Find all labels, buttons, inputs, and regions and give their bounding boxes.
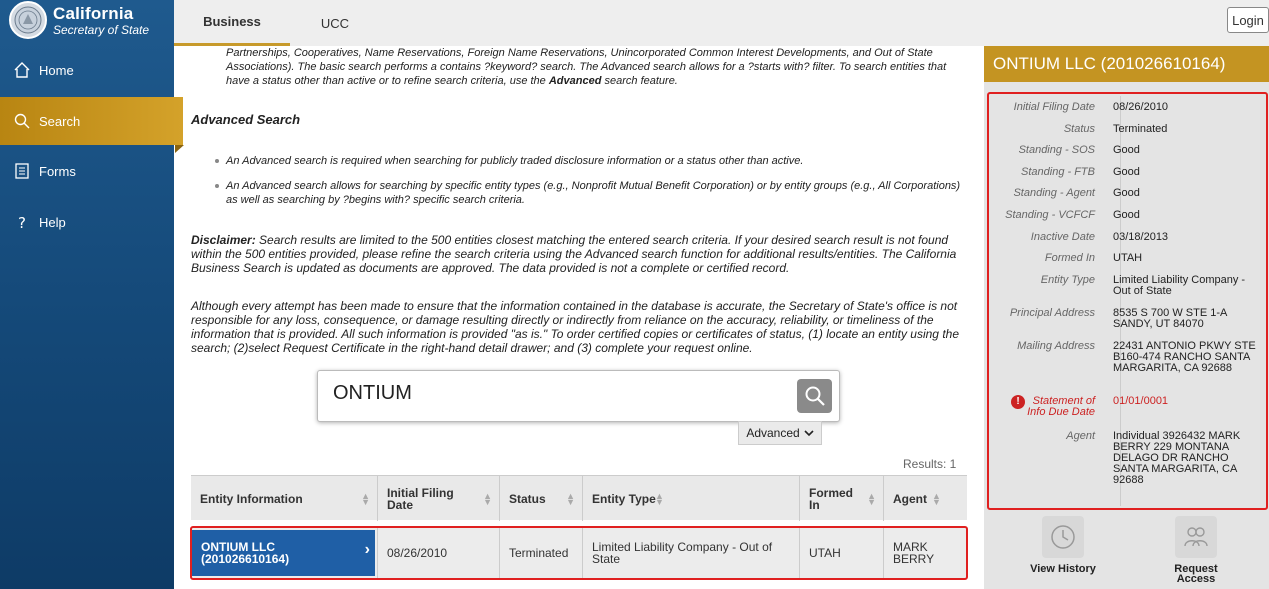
sort-icon: ▲ ▼	[867, 491, 876, 507]
value-statement-of-info-due-date: 01/01/0001	[1113, 395, 1169, 407]
top-tab-bar: Business UCC Login	[174, 0, 1269, 46]
advanced-search-heading: Advanced Search	[191, 112, 301, 127]
sort-icon: ▲ ▼	[483, 491, 492, 507]
value-inactive-date: 03/18/2013	[1113, 231, 1169, 243]
brand-title: California	[53, 4, 134, 23]
search-icon	[11, 110, 33, 132]
advanced-label: Advanced	[746, 426, 800, 440]
sort-icon: ▲ ▼	[361, 491, 370, 507]
value-standing-sos: Good	[1113, 144, 1140, 156]
value-entity-type: Limited Liability Company - Out of State	[1113, 274, 1246, 297]
sort-icon: ▲ ▼	[932, 491, 941, 507]
request-access-button[interactable]: Request Access	[1151, 516, 1241, 585]
value-principal-address: 8535 S 700 W STE 1-A SANDY, UT 84070	[1113, 307, 1227, 330]
search-button[interactable]	[797, 379, 832, 413]
nav-help[interactable]: ? Help	[0, 198, 174, 246]
col-agent[interactable]: Agent ▲ ▼	[883, 476, 967, 521]
disclaimer-label: Disclaimer:	[191, 233, 256, 247]
detail-panel: ONTIUM LLC (201026610164) Initial Filing…	[984, 46, 1269, 589]
disclaimer-body: Search results are limited to the 500 en…	[191, 233, 957, 275]
results-count: Results: 1	[903, 457, 957, 471]
label-standing-sos: Standing - SOS	[1018, 144, 1095, 156]
nav-forms[interactable]: Forms	[0, 147, 174, 195]
selected-row-highlight	[190, 526, 968, 580]
nav-search-label: Search	[39, 113, 81, 129]
intro-advanced-bold: Advanced	[548, 75, 602, 87]
value-standing-ftb: Good	[1113, 166, 1140, 178]
value-formed-in: UTAH	[1113, 252, 1143, 264]
liability-text: Although every attempt has been made to …	[191, 299, 959, 355]
value-agent: Individual 3926432 MARK BERRY 229 MONTAN…	[1113, 430, 1241, 486]
label-standing-vcfcf: Standing - VCFCF	[1005, 209, 1095, 221]
disclaimer-text: Disclaimer: Search results are limited t…	[191, 233, 961, 275]
tab-ucc[interactable]: UCC	[290, 0, 380, 46]
request-access-label: Request Access	[1174, 563, 1218, 585]
label-initial-filing-date: Initial Filing Date	[1013, 101, 1095, 113]
svg-text:?: ?	[18, 214, 26, 231]
label-status: Status	[1063, 123, 1095, 135]
value-standing-vcfcf: Good	[1113, 209, 1140, 221]
view-history-label: View History	[1030, 563, 1096, 575]
header-label: Entity Type	[592, 491, 656, 506]
sort-icon: ▲ ▼	[566, 491, 575, 507]
view-history-button[interactable]: View History	[1018, 516, 1108, 575]
nav-forms-label: Forms	[39, 163, 76, 179]
value-mailing-address: 22431 ANTONIO PKWY STE B160-474 RANCHO S…	[1113, 340, 1256, 374]
help-icon: ?	[11, 211, 33, 233]
header-label: Initial Filing Date	[387, 485, 454, 512]
login-button[interactable]: Login	[1227, 7, 1269, 33]
warning-icon: !	[1011, 395, 1025, 409]
intro-end: search feature.	[601, 75, 678, 87]
header-label: Status	[509, 491, 546, 506]
intro-text: Partnerships, Cooperatives, Name Reserva…	[226, 46, 966, 88]
label-inactive-date: Inactive Date	[1030, 231, 1095, 243]
label-entity-type: Entity Type	[1040, 274, 1095, 286]
sidebar: California Secretary of State Home Searc…	[0, 0, 184, 589]
header-label: Entity Information	[200, 491, 303, 506]
home-icon	[11, 59, 33, 81]
history-icon	[1042, 516, 1084, 558]
bullet-item: An Advanced search is required when sear…	[215, 154, 966, 168]
label-principal-address: Principal Address	[1009, 307, 1095, 319]
detail-title: ONTIUM LLC (201026610164)	[984, 46, 1269, 82]
col-initial-filing-date[interactable]: Initial Filing Date ▲ ▼	[377, 476, 499, 521]
value-initial-filing-date: 08/26/2010	[1113, 101, 1169, 113]
col-entity-information[interactable]: Entity Information ▲ ▼	[191, 476, 377, 521]
brand-subtitle: Secretary of State	[53, 23, 150, 37]
advanced-dropdown-button[interactable]: Advanced	[738, 421, 822, 445]
header-label: Formed In	[809, 485, 854, 512]
label-agent: Agent	[1066, 430, 1095, 442]
header-label: Agent	[893, 491, 927, 506]
nav-home-label: Home	[39, 62, 74, 78]
bullet-item: An Advanced search allows for searching …	[215, 179, 966, 207]
label-formed-in: Formed In	[1044, 252, 1095, 264]
statement-label-text: Statement of Info Due Date	[1027, 395, 1095, 418]
label-mailing-address: Mailing Address	[1017, 340, 1095, 352]
search-box[interactable]: ONTIUM	[317, 370, 840, 422]
col-status[interactable]: Status ▲ ▼	[499, 476, 582, 521]
value-status: Terminated	[1113, 123, 1168, 135]
label-standing-agent: Standing - Agent	[1013, 187, 1095, 199]
nav-help-label: Help	[39, 214, 66, 230]
nav-search[interactable]: Search	[0, 97, 184, 153]
forms-icon	[11, 160, 33, 182]
main-content: Partnerships, Cooperatives, Name Reserva…	[190, 46, 969, 589]
col-entity-type[interactable]: Entity Type ▲ ▼	[582, 476, 799, 521]
search-input[interactable]: ONTIUM	[333, 383, 412, 403]
label-standing-ftb: Standing - FTB	[1021, 166, 1095, 178]
chevron-down-icon	[804, 430, 814, 437]
state-seal-logo	[9, 1, 47, 39]
sort-icon: ▲ ▼	[655, 491, 664, 507]
brand[interactable]: California Secretary of State	[0, 0, 174, 46]
table-header: Entity Information ▲ ▼ Initial Filing Date…	[191, 475, 967, 521]
value-standing-agent: Good	[1113, 187, 1140, 199]
tab-business[interactable]: Business	[174, 0, 290, 46]
col-formed-in[interactable]: Formed In ▲ ▼	[799, 476, 883, 521]
users-icon	[1175, 516, 1217, 558]
magnifier-icon	[805, 386, 825, 406]
nav-home[interactable]: Home	[0, 46, 174, 94]
label-statement-of-info-due-date: Statement of Info Due Date	[1015, 396, 1095, 418]
